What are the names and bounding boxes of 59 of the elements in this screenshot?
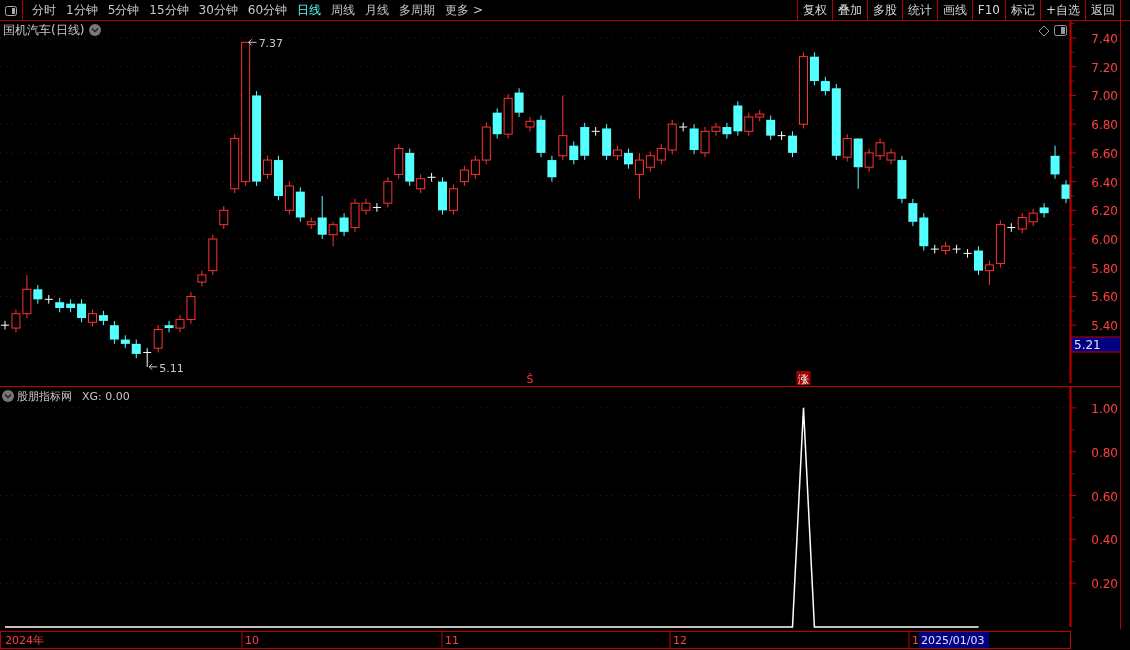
candlestick xyxy=(142,347,152,368)
arrow-icon xyxy=(248,38,258,46)
period-tab[interactable]: 5分钟 xyxy=(102,0,145,20)
candlestick xyxy=(1028,208,1038,227)
axis-label: 5.60 xyxy=(1091,290,1118,305)
axis-label: 0.80 xyxy=(1091,445,1118,460)
dropdown-icon[interactable] xyxy=(2,390,14,402)
period-tab[interactable]: 更多 > xyxy=(440,0,488,20)
arrow-icon xyxy=(148,363,158,371)
axis-label: 7.20 xyxy=(1091,60,1118,75)
price-tag: 5.21 xyxy=(1070,336,1120,353)
chart-title: 国机汽车(日线) xyxy=(3,23,85,37)
candlestick xyxy=(875,138,885,161)
panel-toggle-icon[interactable] xyxy=(1054,25,1067,36)
candlestick xyxy=(1061,179,1071,204)
candlestick xyxy=(1039,202,1049,218)
dropdown-icon[interactable] xyxy=(89,24,101,36)
signal-badge: 涨 xyxy=(796,371,811,386)
axis-label: 0.20 xyxy=(1091,577,1118,592)
date-label: 12 xyxy=(673,633,687,647)
period-tab[interactable]: 30分钟 xyxy=(193,0,243,20)
candlestick xyxy=(1050,145,1060,180)
period-tab[interactable]: 周线 xyxy=(326,0,361,20)
candlestick xyxy=(394,143,404,180)
price-label: 7.37 xyxy=(258,37,284,51)
period-tab[interactable]: 15分钟 xyxy=(144,0,194,20)
date-label: 1 xyxy=(912,633,919,647)
candlestick xyxy=(131,339,141,359)
axis-label: 1.00 xyxy=(1091,401,1118,416)
period-tab[interactable]: 月线 xyxy=(360,0,395,20)
signal-label: Ŝ xyxy=(526,373,534,386)
axis-label: 7.40 xyxy=(1091,32,1118,46)
axis-label: 6.00 xyxy=(1091,233,1118,248)
axis-label: 5.40 xyxy=(1091,319,1118,334)
axis-label: 6.20 xyxy=(1091,204,1118,219)
axis-label: 7.00 xyxy=(1091,89,1118,104)
date-label: 2024年 xyxy=(5,633,44,647)
diamond-icon[interactable] xyxy=(1038,25,1050,37)
indicator-name: 股朋指标网 xyxy=(17,390,72,403)
axis-label: 6.60 xyxy=(1091,146,1118,161)
period-tab[interactable]: 日线 xyxy=(292,0,327,20)
period-tab[interactable]: 60分钟 xyxy=(242,0,293,20)
axis-label: 6.40 xyxy=(1091,175,1118,190)
date-label: 10 xyxy=(245,633,259,647)
axis-label: 0.60 xyxy=(1091,489,1118,504)
candlestick xyxy=(284,181,294,216)
period-tab[interactable]: 多周期 xyxy=(394,0,441,20)
axis-label: 0.40 xyxy=(1091,533,1118,548)
candlestick xyxy=(339,212,349,237)
date-label: 11 xyxy=(445,633,459,647)
price-label: 5.11 xyxy=(159,361,184,375)
panel-toggle-icon[interactable] xyxy=(5,5,17,16)
axis-label: 5.80 xyxy=(1091,261,1118,276)
axis-label: 6.80 xyxy=(1091,118,1118,133)
indicator-value: XG: 0.00 xyxy=(82,390,130,403)
candlestick xyxy=(88,308,97,328)
period-tab[interactable]: 1分钟 xyxy=(61,0,103,20)
period-tab[interactable]: 分时 xyxy=(27,0,61,20)
candlestick xyxy=(219,205,229,230)
